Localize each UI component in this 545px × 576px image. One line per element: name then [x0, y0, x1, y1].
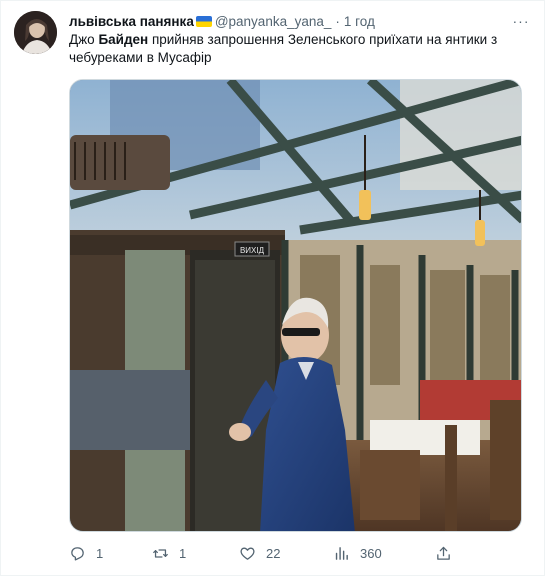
tweet-card[interactable]: львівська панянка @panyanka_yana_ · 1 го…	[0, 0, 545, 576]
tweet-text-bold: Байден	[98, 32, 149, 47]
reply-count: 1	[96, 545, 104, 561]
more-options-icon[interactable]: ···	[512, 12, 530, 30]
reply-button[interactable]: 1	[69, 543, 103, 563]
like-button[interactable]: 22	[239, 543, 280, 563]
share-icon	[437, 546, 450, 560]
ukraine-flag-icon	[195, 15, 212, 27]
views-button[interactable]: 360	[333, 543, 382, 563]
exit-sign: ВИХІД	[240, 246, 265, 255]
timestamp[interactable]: 1 год	[344, 14, 375, 29]
views-icon	[335, 546, 348, 560]
restaurant-photo: ВИХІД	[70, 80, 521, 531]
share-button[interactable]	[435, 543, 462, 563]
separator-dot: ·	[335, 13, 340, 29]
user-handle[interactable]: @panyanka_yana_	[215, 14, 332, 29]
tweet-photo[interactable]: ВИХІД	[69, 79, 522, 532]
tweet-header: львівська панянка @panyanka_yana_ · 1 го…	[69, 11, 504, 31]
views-count: 360	[360, 545, 382, 561]
display-name[interactable]: львівська панянка	[69, 14, 194, 29]
reply-icon	[71, 546, 84, 561]
retweet-button[interactable]: 1	[152, 543, 186, 563]
avatar-image	[14, 11, 57, 54]
heart-icon	[240, 547, 255, 560]
retweet-count: 1	[179, 545, 187, 561]
tweet-text: Джо Байден прийняв запрошення Зеленськог…	[69, 31, 524, 67]
tweet-actions: 1 1 22 360	[69, 543, 469, 563]
tweet-text-start: Джо	[69, 32, 99, 47]
like-count: 22	[266, 545, 281, 561]
avatar[interactable]	[14, 11, 57, 54]
retweet-icon	[153, 548, 168, 558]
